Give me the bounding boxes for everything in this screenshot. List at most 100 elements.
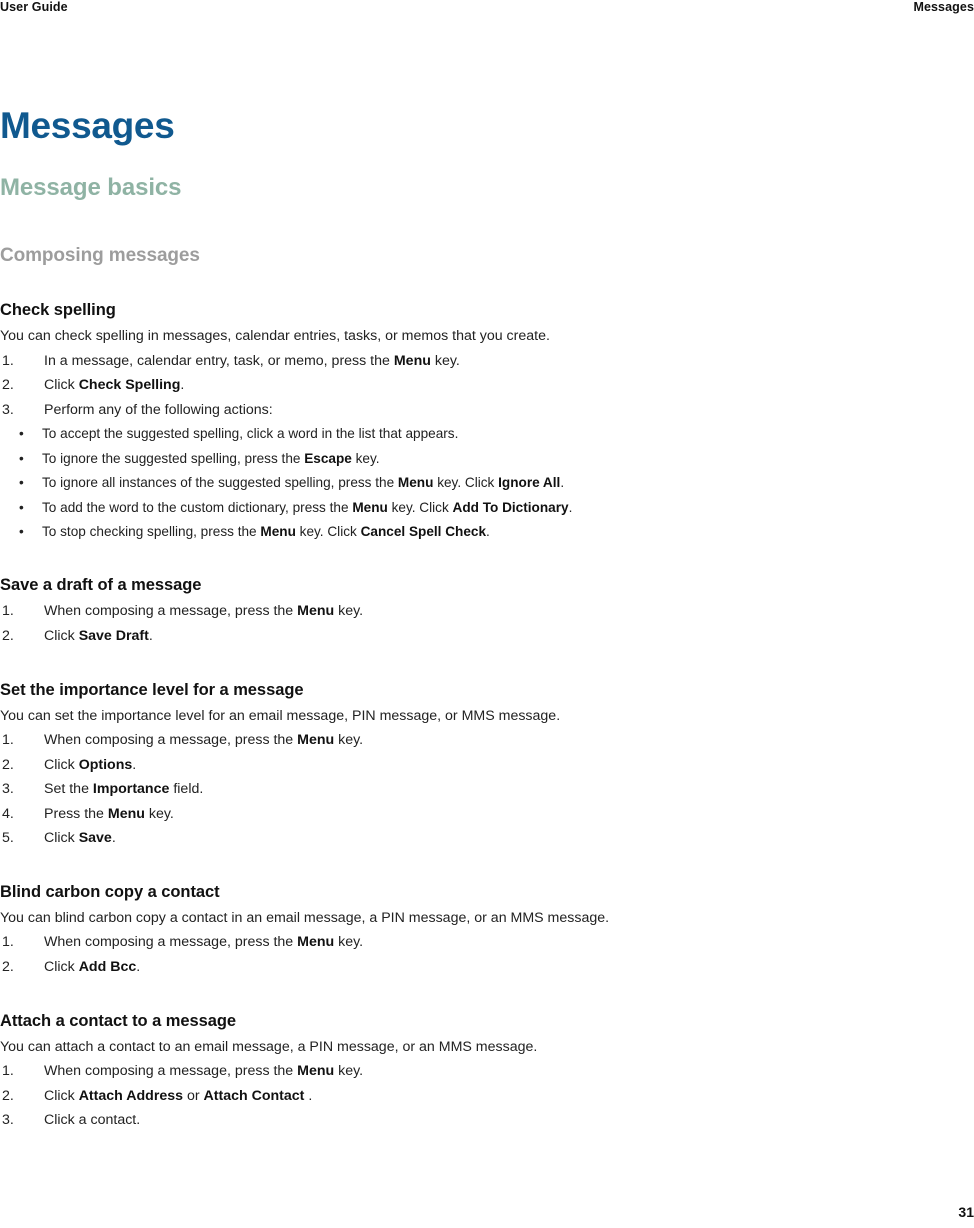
step-number: 4. <box>2 805 14 822</box>
text-run: Click <box>44 1087 79 1104</box>
text-run: Click <box>44 830 79 847</box>
step-text: Click Options. <box>44 757 136 773</box>
text-run: Perform any of the following actions: <box>44 401 273 418</box>
ui-keyword: Add To Dictionary <box>452 499 569 515</box>
step-number: 5. <box>2 830 14 847</box>
doc-section: Blind carbon copy a contact You can blind… <box>0 882 974 980</box>
step-item: 3. Perform any of the following actions: <box>0 398 974 423</box>
bullet-item: • To accept the suggested spelling, click… <box>19 422 974 446</box>
text-run: Click <box>44 959 79 976</box>
ui-keyword: Menu <box>297 732 335 748</box>
bullet-text: To ignore all instances of the suggested… <box>42 475 564 490</box>
text-run: . <box>111 830 116 847</box>
text-run: When composing a message, press the <box>44 1063 298 1080</box>
ui-keyword: Add Bcc <box>78 959 137 976</box>
step-number: 2. <box>2 627 14 644</box>
doc-section: Check spelling You can check spelling in … <box>0 300 974 544</box>
step-text: When composing a message, press the Menu… <box>44 934 363 950</box>
step-number: 1. <box>2 1063 14 1080</box>
text-run: key. Click <box>295 523 361 539</box>
text-run: key. <box>144 805 174 822</box>
bullet-item: • To ignore all instances of the suggeste… <box>19 471 974 495</box>
step-number: 2. <box>2 377 14 394</box>
step-text: When composing a message, press the Menu… <box>44 732 363 748</box>
step-item: 2. Click Save Draft. <box>0 624 974 649</box>
step-text: Click Attach Address or Attach Contact . <box>44 1088 312 1104</box>
step-item: 1. When composing a message, press the Me… <box>0 728 974 753</box>
step-list: 1. When composing a message, press the Me… <box>0 599 974 648</box>
text-run: key. <box>334 603 364 620</box>
bullet-text: To add the word to the custom dictionary… <box>42 500 572 515</box>
page-title: Messages <box>0 105 175 146</box>
text-run: or <box>183 1087 204 1104</box>
step-text: Click Add Bcc. <box>44 959 140 975</box>
step-text: Set the Importance field. <box>44 781 203 797</box>
step-item: 2. Click Attach Address or Attach Contact… <box>0 1084 974 1109</box>
step-list: 1. When composing a message, press the Me… <box>0 1059 974 1133</box>
section-intro-text: You can set the importance level for an … <box>0 707 561 724</box>
ui-keyword: Cancel Spell Check <box>360 523 487 539</box>
text-run: Click a contact. <box>44 1112 141 1129</box>
text-run: . <box>486 523 490 539</box>
text-run: key. <box>351 450 380 466</box>
text-run: . <box>560 475 565 491</box>
section-group-title: Composing messages <box>0 245 200 266</box>
step-number: 2. <box>2 959 14 976</box>
text-run: key. <box>334 732 364 748</box>
section-heading: Blind carbon copy a contact <box>0 882 220 901</box>
text-run: Click <box>44 627 79 644</box>
bullet-text: To stop checking spelling, press the Men… <box>42 524 490 539</box>
step-item: 2. Click Add Bcc. <box>0 955 974 980</box>
text-run: key. Click <box>433 475 499 491</box>
step-number: 3. <box>2 781 14 798</box>
running-header: User Guide Messages <box>0 0 974 22</box>
ui-keyword: Ignore All <box>498 475 561 491</box>
step-text: Click Check Spelling. <box>44 377 184 393</box>
section-intro-text: You can attach a contact to an email mes… <box>0 1038 538 1055</box>
step-number: 1. <box>2 352 14 369</box>
step-text: When composing a message, press the Menu… <box>44 603 363 619</box>
section-heading: Check spelling <box>0 301 116 319</box>
text-run: In a message, calendar entry, task, or m… <box>44 352 394 369</box>
text-run: Click <box>44 756 79 773</box>
chapter-subtitle: Message basics <box>0 174 182 201</box>
text-run: key. <box>334 1063 364 1080</box>
step-list: 1. When composing a message, press the Me… <box>0 728 974 851</box>
ui-keyword: Attach Address <box>78 1087 184 1104</box>
bullet-item: • To add the word to the custom dictionar… <box>19 496 974 520</box>
step-item: 3. Click a contact. <box>0 1108 974 1133</box>
ui-keyword: Menu <box>297 934 335 951</box>
bullet-dot-icon: • <box>19 450 24 466</box>
text-run: To add the word to the custom dictionary… <box>42 499 353 515</box>
ui-keyword: Escape <box>304 450 352 466</box>
running-header-left: User Guide <box>0 0 68 14</box>
ui-keyword: Options <box>78 756 133 773</box>
step-number: 1. <box>2 603 14 620</box>
step-item: 1. When composing a message, press the Me… <box>0 1059 974 1084</box>
text-run: To ignore all instances of the suggested… <box>42 475 398 491</box>
step-item: 5. Click Save. <box>0 826 974 851</box>
ui-keyword: Menu <box>352 499 388 515</box>
bullet-list: • To accept the suggested spelling, click… <box>0 422 974 544</box>
text-run: key. <box>430 352 460 369</box>
step-text: In a message, calendar entry, task, or m… <box>44 353 460 369</box>
bullet-dot-icon: • <box>19 426 24 442</box>
document-content: Messages Message basics Composing messag… <box>0 104 974 1133</box>
text-run: To accept the suggested spelling, click … <box>42 426 459 442</box>
text-run: Press the <box>44 805 108 822</box>
ui-keyword: Menu <box>107 805 145 822</box>
ui-keyword: Menu <box>297 1063 335 1080</box>
sections-container: Check spelling You can check spelling in … <box>0 300 974 1133</box>
text-run: When composing a message, press the <box>44 934 298 951</box>
step-text: Click Save. <box>44 830 116 846</box>
step-text: Click a contact. <box>44 1112 140 1128</box>
section-intro-text: You can blind carbon copy a contact in a… <box>0 909 610 926</box>
running-header-right: Messages <box>913 0 974 14</box>
text-run: key. <box>334 934 364 951</box>
section-heading: Save a draft of a message <box>0 576 202 595</box>
text-run: . <box>180 377 185 394</box>
step-item: 1. When composing a message, press the Me… <box>0 930 974 955</box>
step-number: 2. <box>2 756 14 773</box>
ui-keyword: Check Spelling <box>78 377 181 394</box>
step-text: Click Save Draft. <box>44 628 153 644</box>
